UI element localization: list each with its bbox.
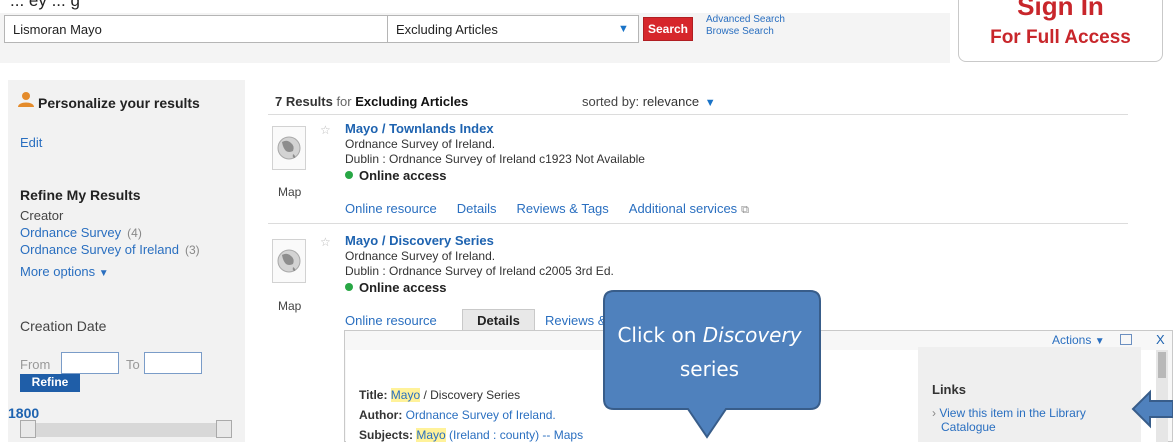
callout-prefix: Click on <box>617 323 703 347</box>
pointer-arrow-icon <box>1131 389 1173 429</box>
callout-overlay <box>603 290 1173 439</box>
callout-text: Click on Discovery series <box>602 318 817 386</box>
callout-suffix: series <box>679 357 740 381</box>
callout-italic: Discovery <box>702 323 802 347</box>
